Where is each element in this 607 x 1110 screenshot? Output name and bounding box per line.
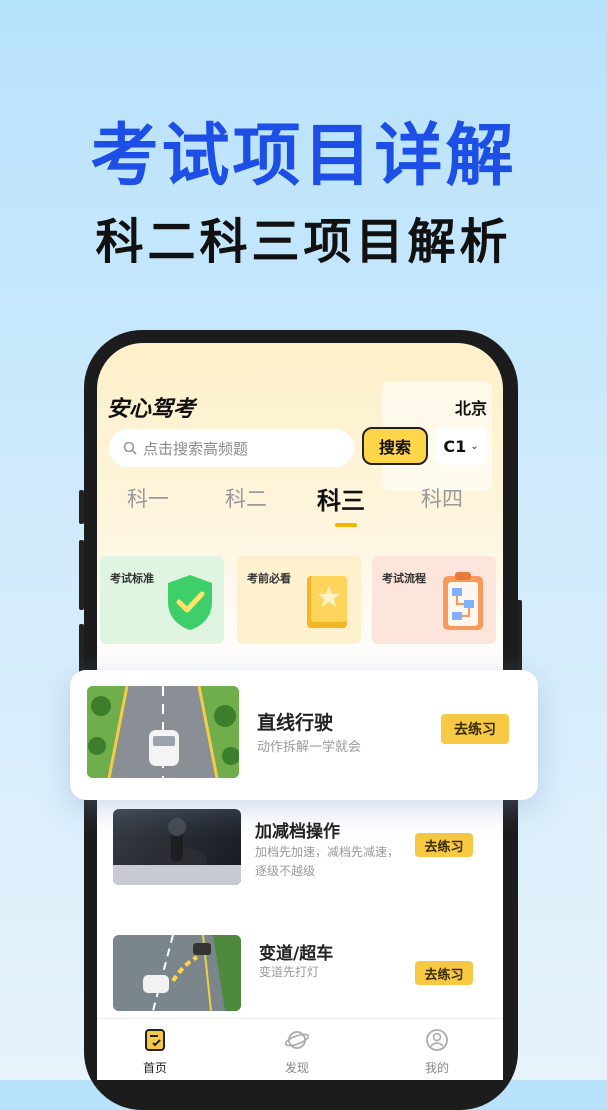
tab-subject-1[interactable]: 科一 bbox=[127, 483, 169, 513]
lesson-description: 动作拆解一学就会 bbox=[257, 740, 362, 755]
practice-button[interactable]: 去练习 bbox=[415, 961, 473, 985]
book-star-icon bbox=[307, 576, 347, 628]
lesson-description: 加档先加速，减档先减速， 逐级不越级 bbox=[255, 845, 400, 878]
app-logo: 安心驾考 bbox=[107, 397, 196, 422]
license-type-label: C1 bbox=[443, 436, 467, 456]
tab-subject-4[interactable]: 科四 bbox=[421, 483, 463, 513]
feature-must-read[interactable]: 考前必看 bbox=[237, 556, 361, 644]
city-selector[interactable]: 北京 bbox=[455, 395, 487, 419]
search-icon bbox=[123, 441, 137, 455]
lesson-title: 直线行驶 bbox=[257, 712, 334, 734]
chevron-down-icon: ⌄ bbox=[470, 440, 479, 452]
search-button[interactable]: 搜索 bbox=[362, 427, 428, 465]
bottom-nav: 首页 发现 我的 bbox=[97, 1018, 503, 1080]
lesson-description: 变道先打灯 bbox=[259, 965, 320, 979]
straight-road-image bbox=[87, 686, 239, 778]
feature-exam-process[interactable]: 考试流程 bbox=[372, 556, 496, 644]
featured-lesson-card[interactable]: 直线行驶 动作拆解一学就会 去练习 bbox=[70, 670, 538, 800]
clipboard-flow-icon bbox=[443, 572, 483, 630]
tab-subject-2[interactable]: 科二 bbox=[225, 483, 267, 513]
feature-label: 考试流程 bbox=[382, 572, 426, 585]
practice-button[interactable]: 去练习 bbox=[415, 833, 473, 857]
active-tab-indicator bbox=[335, 523, 357, 527]
feature-label: 考试标准 bbox=[110, 572, 154, 585]
subject-tabs: 科一 科二 科三 科四 bbox=[97, 483, 503, 523]
feature-label: 考前必看 bbox=[247, 572, 291, 585]
nav-mine[interactable]: 我的 bbox=[397, 1027, 477, 1076]
lesson-card[interactable]: 加减档操作 加档先加速，减档先减速， 逐级不越级 去练习 bbox=[97, 803, 503, 913]
feature-exam-standard[interactable]: 考试标准 bbox=[100, 556, 224, 644]
search-input[interactable]: 点击搜索高频题 bbox=[109, 429, 354, 467]
lesson-card[interactable]: 变道/超车 变道先打灯 去练习 bbox=[97, 925, 503, 1017]
planet-icon bbox=[284, 1031, 310, 1049]
promo-headline: 考试项目详解 bbox=[90, 117, 517, 196]
home-doc-icon bbox=[145, 1029, 165, 1051]
nav-discover[interactable]: 发现 bbox=[257, 1027, 337, 1076]
lane-change-image bbox=[113, 935, 241, 1011]
practice-button[interactable]: 去练习 bbox=[441, 714, 509, 744]
gear-shift-image bbox=[113, 809, 241, 885]
search-placeholder: 点击搜索高频题 bbox=[143, 439, 249, 458]
nav-label: 首页 bbox=[142, 1061, 167, 1075]
lesson-title: 加减档操作 bbox=[255, 822, 340, 842]
promo-subheadline: 科二科三项目解析 bbox=[95, 214, 512, 270]
nav-home[interactable]: 首页 bbox=[115, 1027, 195, 1076]
user-icon bbox=[426, 1029, 448, 1051]
lesson-title: 变道/超车 bbox=[259, 944, 334, 964]
nav-label: 发现 bbox=[284, 1061, 309, 1075]
tab-subject-3[interactable]: 科三 bbox=[317, 481, 365, 516]
license-type-select[interactable]: C1 ⌄ bbox=[435, 427, 487, 465]
shield-check-icon bbox=[168, 575, 212, 630]
nav-label: 我的 bbox=[424, 1061, 449, 1075]
